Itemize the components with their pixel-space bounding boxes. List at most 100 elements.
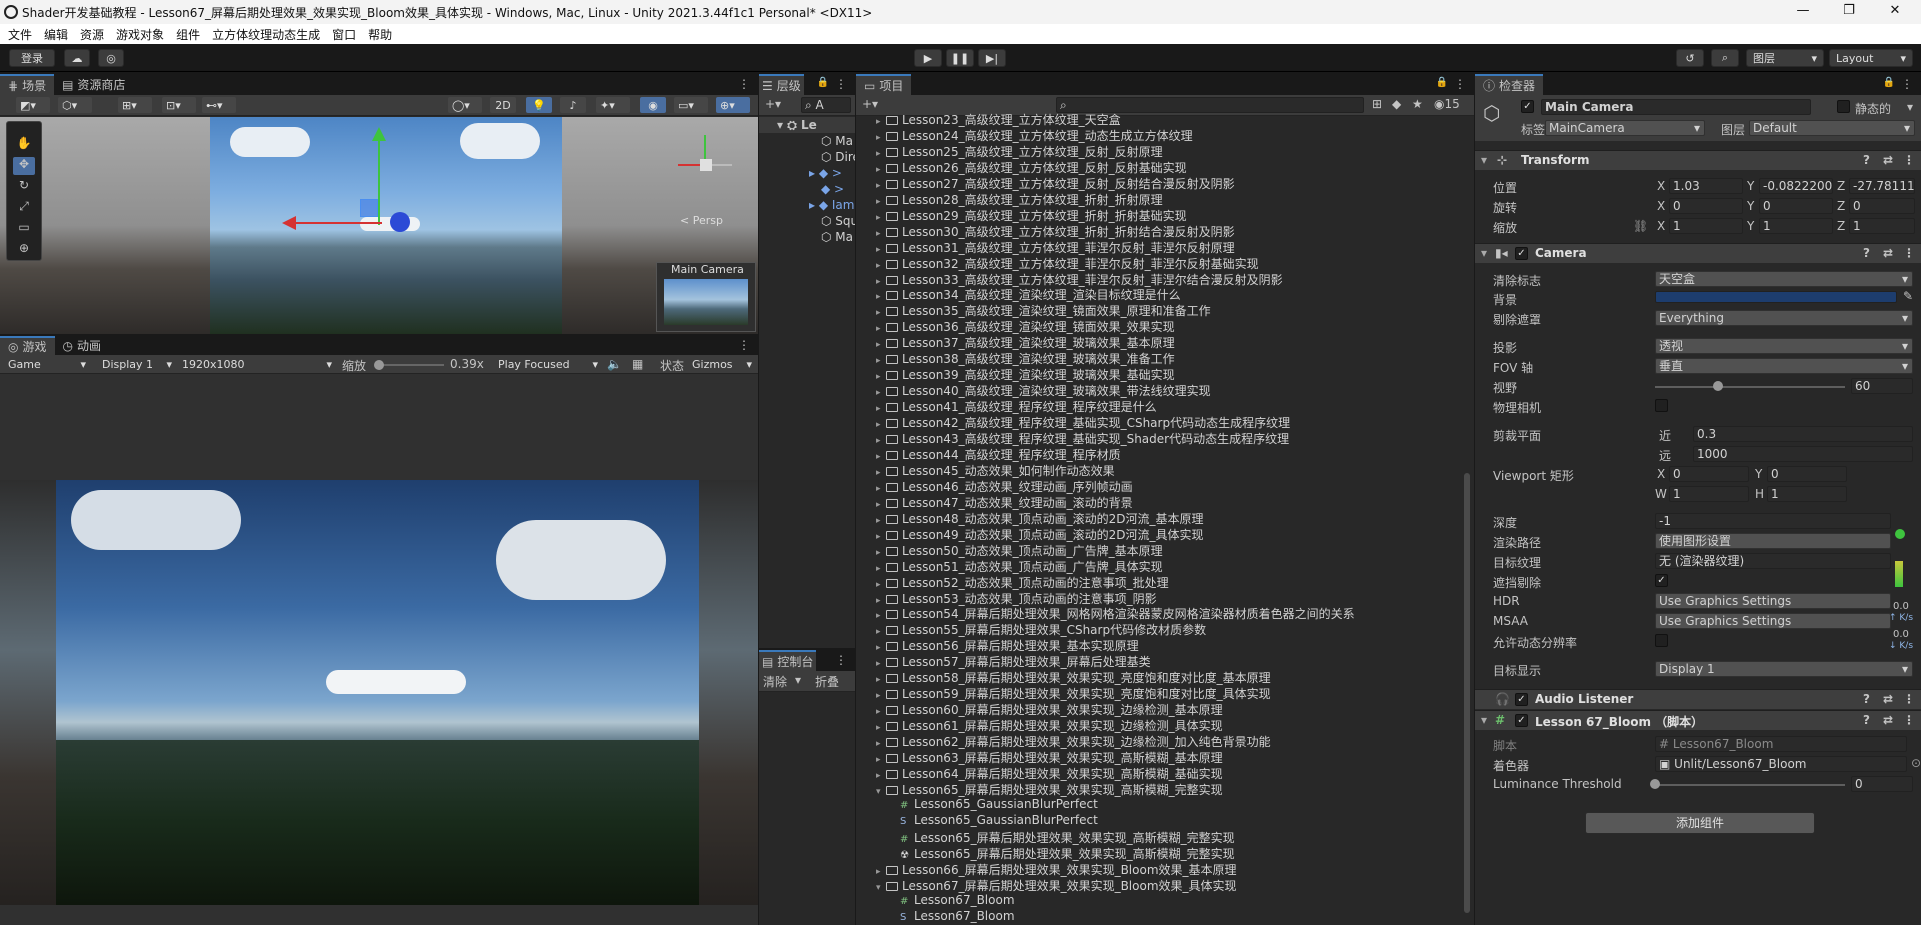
step-button[interactable]: ▶| bbox=[978, 49, 1006, 67]
culling-mask-dropdown[interactable]: Everything ▾ bbox=[1655, 310, 1913, 326]
gizmos-dropdown[interactable]: Gizmos ▾ bbox=[688, 356, 754, 372]
project-folder-item[interactable]: ▸ Lesson66_屏幕后期处理效果_效果实现_Bloom效果_基本原理 bbox=[856, 861, 1456, 877]
chevron-right-icon[interactable]: ▸ bbox=[876, 627, 886, 637]
project-folder-item[interactable]: ▸ Lesson36_高级纹理_渲染纹理_镜面效果_效果实现 bbox=[856, 318, 1456, 334]
project-folder-item[interactable]: ▸ Lesson50_动态效果_顶点动画_广告牌_基本原理 bbox=[856, 542, 1456, 558]
chevron-right-icon[interactable]: ▸ bbox=[876, 739, 886, 749]
project-folder-item[interactable]: ▸ Lesson29_高级纹理_立方体纹理_折射_折射基础实现 bbox=[856, 207, 1456, 223]
project-folder-item[interactable]: ▸ Lesson57_屏幕后期处理效果_屏幕后处理基类 bbox=[856, 653, 1456, 669]
tab-game[interactable]: ◎ 游戏 bbox=[0, 336, 55, 355]
rotation-y-field[interactable]: 0 bbox=[1759, 198, 1833, 214]
filter-label-icon[interactable]: ◆ bbox=[1392, 97, 1401, 111]
search-type-icon[interactable]: ⊞ bbox=[1372, 97, 1382, 111]
chevron-right-icon[interactable]: ▸ bbox=[876, 771, 886, 781]
chevron-right-icon[interactable]: ▸ bbox=[876, 707, 886, 717]
project-folder-item[interactable]: ▸ Lesson38_高级纹理_渲染纹理_玻璃效果_准备工作 bbox=[856, 350, 1456, 366]
presets-icon[interactable]: ⇄ bbox=[1883, 153, 1893, 167]
audio-listener-checkbox[interactable]: ✓ bbox=[1515, 693, 1528, 706]
shortcuts-icon[interactable]: ▦ bbox=[632, 357, 643, 371]
plane-handle[interactable] bbox=[360, 199, 378, 217]
project-asset-item[interactable]: S Lesson67_Bloom bbox=[856, 909, 1456, 925]
msaa-dropdown[interactable]: Use Graphics Settings bbox=[1655, 613, 1891, 629]
more-icon[interactable]: ⋮ bbox=[1903, 713, 1915, 727]
project-folder-item[interactable]: ▸ Lesson35_高级纹理_渲染纹理_镜面效果_原理和准备工作 bbox=[856, 302, 1456, 318]
occlusion-culling-checkbox[interactable]: ✓ bbox=[1655, 574, 1668, 587]
chevron-down-icon[interactable]: ▾ bbox=[1907, 100, 1913, 114]
more-icon[interactable]: ⋮ bbox=[738, 338, 750, 352]
active-checkbox[interactable]: ✓ bbox=[1521, 100, 1534, 113]
menu-cubemap-gen[interactable]: 立方体纹理动态生成 bbox=[212, 26, 320, 43]
project-folder-item[interactable]: ▸ Lesson49_动态效果_顶点动画_滚动的2D河流_具体实现 bbox=[856, 526, 1456, 542]
chevron-right-icon[interactable]: ▸ bbox=[876, 723, 886, 733]
add-component-button[interactable]: 添加组件 bbox=[1585, 812, 1815, 834]
scale-x-field[interactable]: 1 bbox=[1669, 218, 1743, 234]
project-asset-item[interactable]: # Lesson65_屏幕后期处理效果_效果实现_高斯模糊_完整实现 bbox=[856, 829, 1456, 845]
chevron-right-icon[interactable]: ▸ bbox=[876, 643, 886, 653]
resolution-dropdown[interactable]: 1920x1080 ▾ bbox=[178, 356, 334, 372]
hierarchy-item[interactable]: ⬡ Squ bbox=[759, 214, 855, 230]
viewport-h-field[interactable]: 1 bbox=[1767, 486, 1847, 502]
layout-dropdown[interactable]: Layout ▾ bbox=[1829, 49, 1913, 67]
project-folder-item[interactable]: ▸ Lesson52_动态效果_顶点动画的注意事项_批处理 bbox=[856, 574, 1456, 590]
transform-tool-icon[interactable]: ⊕ bbox=[13, 241, 35, 259]
project-folder-item[interactable]: ▸ Lesson55_屏幕后期处理效果_CSharp代码修改材质参数 bbox=[856, 621, 1456, 637]
chevron-right-icon[interactable]: ▸ bbox=[876, 755, 886, 765]
menu-help[interactable]: 帮助 bbox=[368, 26, 392, 43]
eyedropper-icon[interactable]: ✎ bbox=[1903, 289, 1913, 303]
play-focus-dropdown[interactable]: Play Focused ▾ bbox=[494, 356, 600, 372]
tab-console[interactable]: ▤ 控制台 bbox=[759, 650, 817, 671]
y-axis-handle[interactable] bbox=[378, 133, 380, 225]
menu-gameobject[interactable]: 游戏对象 bbox=[116, 26, 164, 43]
tab-project[interactable]: ▭ 项目 bbox=[856, 74, 912, 95]
scale-z-field[interactable]: 1 bbox=[1849, 218, 1915, 234]
help-icon[interactable]: ? bbox=[1863, 692, 1870, 706]
chevron-right-icon[interactable]: ▸ bbox=[876, 181, 886, 191]
project-folder-item[interactable]: ▸ Lesson23_高级纹理_立方体纹理_天空盒 bbox=[856, 111, 1456, 127]
project-folder-item[interactable]: ▸ Lesson31_高级纹理_立方体纹理_菲涅尔反射_菲涅尔反射原理 bbox=[856, 239, 1456, 255]
hierarchy-item[interactable]: ▸ ◆ Iam bbox=[759, 198, 855, 214]
chevron-right-icon[interactable]: ▸ bbox=[876, 867, 886, 877]
project-scrollbar[interactable] bbox=[1464, 473, 1470, 913]
project-asset-item[interactable]: # Lesson65_GaussianBlurPerfect bbox=[856, 797, 1456, 813]
chevron-down-icon[interactable]: ▾ bbox=[795, 673, 801, 687]
presets-icon[interactable]: ⇄ bbox=[1883, 692, 1893, 706]
position-y-field[interactable]: -0.0822200 bbox=[1759, 178, 1833, 194]
scale-y-field[interactable]: 1 bbox=[1759, 218, 1833, 234]
more-icon[interactable]: ⋮ bbox=[738, 77, 750, 91]
project-asset-item[interactable]: S Lesson65_GaussianBlurPerfect bbox=[856, 813, 1456, 829]
project-folder-item[interactable]: ▸ Lesson59_屏幕后期处理效果_效果实现_亮度饱和度对比度_具体实现 bbox=[856, 685, 1456, 701]
more-icon[interactable]: ⋮ bbox=[1454, 77, 1466, 91]
scale-slider-handle[interactable] bbox=[374, 360, 385, 370]
star-icon[interactable]: ★ bbox=[1412, 97, 1423, 111]
hierarchy-item[interactable]: ⬡ Ma bbox=[759, 230, 855, 246]
chevron-right-icon[interactable]: ▸ bbox=[876, 213, 886, 223]
hidden-objects-icon[interactable]: ◉ bbox=[640, 97, 666, 113]
more-icon[interactable]: ⋮ bbox=[1903, 246, 1915, 260]
project-folder-item[interactable]: ▸ Lesson64_屏幕后期处理效果_效果实现_高斯模糊_基础实现 bbox=[856, 765, 1456, 781]
draw-mode-button[interactable]: ◩▾ bbox=[16, 97, 50, 113]
chevron-right-icon[interactable]: ▸ bbox=[876, 340, 886, 350]
project-folder-item[interactable]: ▸ Lesson47_动态效果_纹理动画_滚动的背景 bbox=[856, 494, 1456, 510]
create-icon[interactable]: +▾ bbox=[862, 97, 878, 111]
menu-assets[interactable]: 资源 bbox=[80, 26, 104, 43]
link-icon[interactable]: ⛓ bbox=[1633, 219, 1648, 233]
chevron-right-icon[interactable]: ▸ bbox=[876, 245, 886, 255]
chevron-right-icon[interactable]: ▸ bbox=[876, 404, 886, 414]
chevron-right-icon[interactable]: ▸ bbox=[876, 580, 886, 590]
project-folder-item[interactable]: ▸ Lesson26_高级纹理_立方体纹理_反射_反射基础实现 bbox=[856, 159, 1456, 175]
shading-button[interactable]: ⬡▾ bbox=[58, 97, 92, 113]
scale-tool-icon[interactable]: ⤢ bbox=[13, 199, 35, 217]
mute-audio-icon[interactable]: 🔈 bbox=[607, 357, 622, 371]
audio-listener-header[interactable]: 🎧 ✓ Audio Listener ? ⇄ ⋮ bbox=[1475, 689, 1921, 709]
chevron-down-icon[interactable]: ▾ bbox=[876, 787, 886, 797]
scene-viewport[interactable]: ✋ ✥ ↻ ⤢ ▭ ⊕ < Persp Main Camera bbox=[0, 117, 758, 334]
viewport-w-field[interactable]: 1 bbox=[1669, 486, 1749, 502]
position-x-field[interactable]: 1.03 bbox=[1669, 178, 1743, 194]
chevron-right-icon[interactable]: ▸ bbox=[876, 261, 886, 271]
rotation-x-field[interactable]: 0 bbox=[1669, 198, 1743, 214]
project-folder-item[interactable]: ▸ Lesson39_高级纹理_渲染纹理_玻璃效果_基础实现 bbox=[856, 366, 1456, 382]
chevron-right-icon[interactable]: ▸ bbox=[876, 292, 886, 302]
depth-field[interactable]: -1 bbox=[1655, 513, 1891, 529]
bloom-script-header[interactable]: ▾ # ✓ Lesson 67_Bloom （脚本） ? ⇄ ⋮ bbox=[1475, 710, 1921, 730]
chevron-down-icon[interactable]: ▾ bbox=[876, 883, 886, 893]
